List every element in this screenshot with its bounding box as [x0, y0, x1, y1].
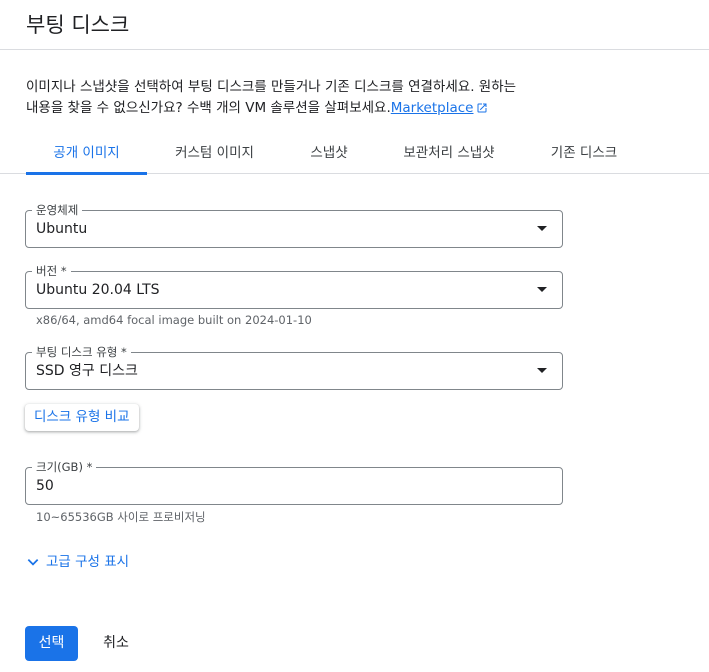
- chevron-down-icon: [27, 559, 39, 566]
- show-advanced-config-toggle[interactable]: 고급 구성 표시: [26, 551, 129, 573]
- os-select-label: 운영체제: [32, 202, 83, 218]
- disk-type-select[interactable]: 부팅 디스크 유형 * SSD 영구 디스크: [25, 344, 563, 390]
- marketplace-link[interactable]: Marketplace: [391, 100, 489, 116]
- description-line-2: 내용을 찾을 수 없으신가요? 수백 개의 VM 솔루션을 살펴보세요.: [26, 100, 391, 116]
- description: 이미지나 스냅샷을 선택하여 부팅 디스크를 만들거나 기존 디스크를 연결하세…: [26, 77, 586, 119]
- external-link-icon: [477, 103, 487, 113]
- size-input-value[interactable]: 50: [36, 477, 54, 495]
- size-input[interactable]: 크기(GB) * 50: [25, 459, 563, 505]
- tab-custom-images[interactable]: 커스텀 이미지: [157, 133, 272, 174]
- marketplace-link-label: Marketplace: [390, 100, 474, 116]
- dropdown-arrow-icon: [537, 368, 547, 373]
- show-advanced-config-label: 고급 구성 표시: [46, 554, 130, 570]
- version-select-label: 버전 *: [32, 263, 71, 279]
- tab-public-images[interactable]: 공개 이미지: [26, 133, 147, 175]
- page-title: 부팅 디스크: [26, 13, 130, 37]
- size-hint: 10~65536GB 사이로 프로비저닝: [36, 510, 206, 524]
- size-input-label: 크기(GB) *: [32, 459, 97, 475]
- cancel-button[interactable]: 취소: [92, 626, 140, 661]
- tab-snapshots[interactable]: 스냅샷: [286, 133, 372, 174]
- compare-disk-types-button[interactable]: 디스크 유형 비교: [25, 404, 139, 431]
- dropdown-arrow-icon: [537, 226, 547, 231]
- tab-bar: 공개 이미지 커스텀 이미지 스냅샷 보관처리 스냅샷 기존 디스크: [0, 133, 709, 175]
- disk-type-select-label: 부팅 디스크 유형 *: [32, 344, 131, 360]
- version-hint: x86/64, amd64 focal image built on 2024-…: [36, 313, 312, 327]
- version-select[interactable]: 버전 * Ubuntu 20.04 LTS: [25, 263, 563, 309]
- select-button[interactable]: 선택: [25, 626, 78, 661]
- os-select[interactable]: 운영체제 Ubuntu: [25, 202, 563, 248]
- disk-type-select-value: SSD 영구 디스크: [36, 363, 138, 379]
- version-select-value: Ubuntu 20.04 LTS: [36, 282, 160, 298]
- tab-existing-disks[interactable]: 기존 디스크: [526, 133, 642, 174]
- os-select-value: Ubuntu: [36, 221, 88, 237]
- dialog-header: 부팅 디스크: [0, 0, 709, 50]
- tab-archive-snapshots[interactable]: 보관처리 스냅샷: [386, 133, 512, 174]
- dropdown-arrow-icon: [537, 287, 547, 292]
- description-line-1: 이미지나 스냅샷을 선택하여 부팅 디스크를 만들거나 기존 디스크를 연결하세…: [26, 79, 517, 95]
